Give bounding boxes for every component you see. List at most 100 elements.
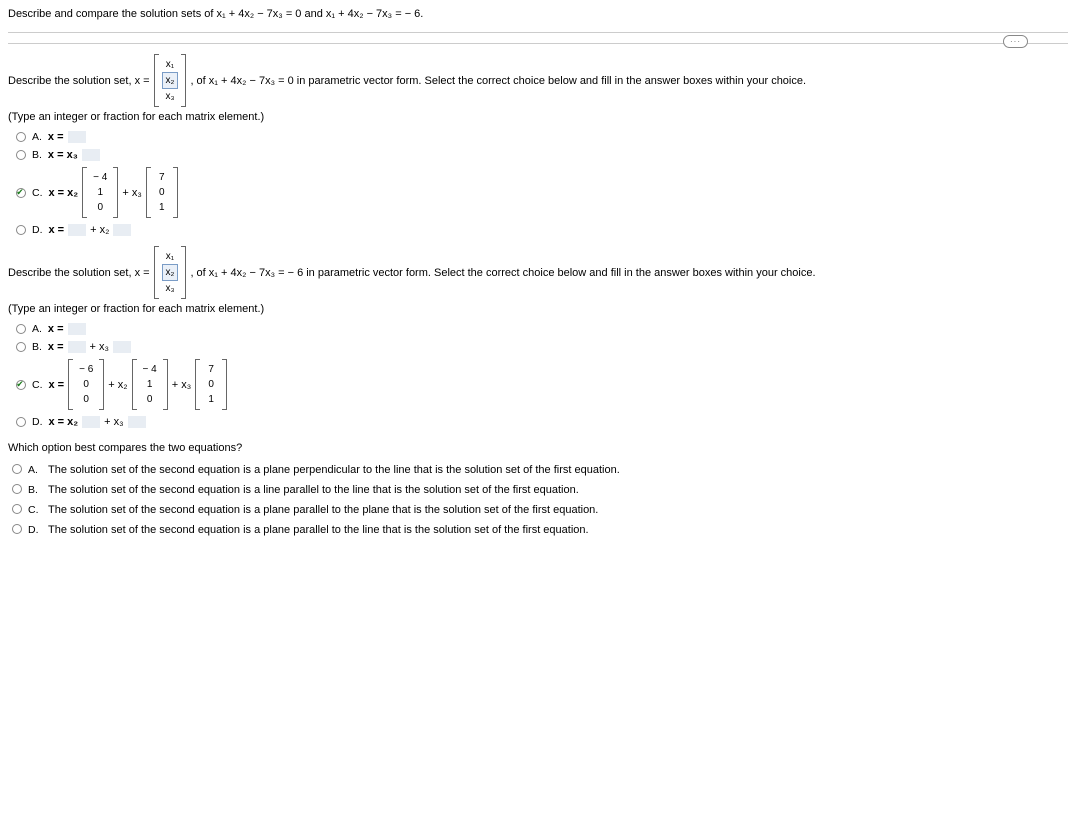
radio-icon[interactable] [16,417,26,427]
option-d[interactable]: D. The solution set of the second equati… [8,524,1068,536]
vec-cell: 0 [76,392,96,407]
plus-x3: + x₃ [104,416,123,428]
vec-cell: 1 [154,200,170,215]
answer-blank[interactable] [68,323,86,335]
option-a[interactable]: A. x = [8,323,1068,335]
option-label: A. [28,464,42,476]
vec-cell: 7 [154,170,170,185]
radio-icon-checked[interactable] [16,380,26,390]
vec-cell: 0 [154,185,170,200]
option-expr: x = [48,341,64,353]
vec-entry: x₃ [162,281,179,296]
plus-x2: + x₂ [90,224,109,236]
answer-blank[interactable] [82,149,100,161]
vec-entry: x₁ [162,249,179,264]
vec-cell: 1 [140,377,160,392]
vec-entry-highlighted: x₂ [162,264,179,281]
vec-cell: 0 [140,392,160,407]
option-c[interactable]: C. x = − 6 0 0 + x₂ − 4 1 0 + x₃ 7 0 1 [8,359,1068,410]
filled-vector: − 4 1 0 [132,359,168,410]
option-expr: x = [48,131,64,143]
part2-prompt: Describe the solution set, x = x₁ x₂ x₃ … [8,246,1068,299]
part1-note: (Type an integer or fraction for each ma… [8,111,1068,123]
option-d[interactable]: D. x = x₂ + x₃ [8,416,1068,428]
option-a[interactable]: A. The solution set of the second equati… [8,464,1068,476]
option-expr: x = [49,224,65,236]
radio-icon[interactable] [12,504,22,514]
answer-blank[interactable] [113,224,131,236]
vec-cell: − 4 [140,362,160,377]
radio-icon[interactable] [16,324,26,334]
vec-cell: − 6 [76,362,96,377]
radio-icon[interactable] [16,150,26,160]
option-label: C. [28,504,42,516]
plus-x2: + x₂ [108,379,127,391]
vec-cell: 0 [90,200,110,215]
option-label: D. [28,524,42,536]
option-label: A. [32,323,42,335]
part2-note: (Type an integer or fraction for each ma… [8,303,1068,315]
option-expr: x = [49,379,65,391]
option-expr: x = x₂ [49,416,79,428]
part2-options: A. x = B. x = + x₃ C. x = − 6 0 0 + x₂ −… [8,323,1068,428]
option-text: The solution set of the second equation … [48,484,579,496]
vec-cell: 1 [203,392,219,407]
option-b[interactable]: B. The solution set of the second equati… [8,484,1068,496]
vec-cell: − 4 [90,170,110,185]
part3-options: A. The solution set of the second equati… [8,464,1068,536]
option-label: B. [32,149,42,161]
radio-icon[interactable] [16,225,26,235]
part1-leadin: Describe the solution set, x = [8,75,150,87]
option-text: The solution set of the second equation … [48,464,620,476]
filled-vector: − 4 1 0 [82,167,118,218]
filled-vector: 7 0 1 [195,359,227,410]
option-label: C. [32,187,43,199]
radio-icon[interactable] [12,464,22,474]
option-c[interactable]: C. The solution set of the second equati… [8,504,1068,516]
option-a[interactable]: A. x = [8,131,1068,143]
option-d[interactable]: D. x = + x₂ [8,224,1068,236]
vec-cell: 0 [203,377,219,392]
option-text: The solution set of the second equation … [48,504,598,516]
vec-cell: 0 [76,377,96,392]
question-header: Describe and compare the solution sets o… [8,4,1068,30]
column-vector-x: x₁ x₂ x₃ [154,54,187,107]
part2-tail: , of x₁ + 4x₂ − 7x₃ = − 6 in parametric … [190,267,815,279]
vec-entry-highlighted: x₂ [162,72,179,89]
vec-cell: 7 [203,362,219,377]
more-options-indicator[interactable]: ··· [1003,35,1028,48]
answer-blank[interactable] [68,131,86,143]
divider-bottom [8,43,1068,44]
option-b[interactable]: B. x = + x₃ [8,341,1068,353]
vec-entry: x₁ [162,57,179,72]
option-label: D. [32,224,43,236]
answer-blank[interactable] [68,224,86,236]
option-label: C. [32,379,43,391]
answer-blank[interactable] [82,416,100,428]
radio-icon[interactable] [16,342,26,352]
option-label: D. [32,416,43,428]
filled-vector: − 6 0 0 [68,359,104,410]
option-text: The solution set of the second equation … [48,524,589,536]
option-expr: x = x₃ [48,149,78,161]
vec-entry: x₃ [162,89,179,104]
part3-question: Which option best compares the two equat… [8,442,1068,454]
answer-blank[interactable] [68,341,86,353]
option-expr: x = [48,323,64,335]
part1-options: A. x = B. x = x₃ C. x = x₂ − 4 1 0 + x₃ … [8,131,1068,236]
divider-top [8,32,1068,33]
radio-icon-checked[interactable] [16,188,26,198]
plus-x3: + x₃ [172,379,191,391]
option-label: B. [32,341,42,353]
option-label: A. [32,131,42,143]
radio-icon[interactable] [12,484,22,494]
vec-cell: 1 [90,185,110,200]
part2-leadin: Describe the solution set, x = [8,267,150,279]
radio-icon[interactable] [16,132,26,142]
plus-x3: + x₃ [90,341,109,353]
answer-blank[interactable] [128,416,146,428]
radio-icon[interactable] [12,524,22,534]
option-b[interactable]: B. x = x₃ [8,149,1068,161]
option-c[interactable]: C. x = x₂ − 4 1 0 + x₃ 7 0 1 [8,167,1068,218]
answer-blank[interactable] [113,341,131,353]
